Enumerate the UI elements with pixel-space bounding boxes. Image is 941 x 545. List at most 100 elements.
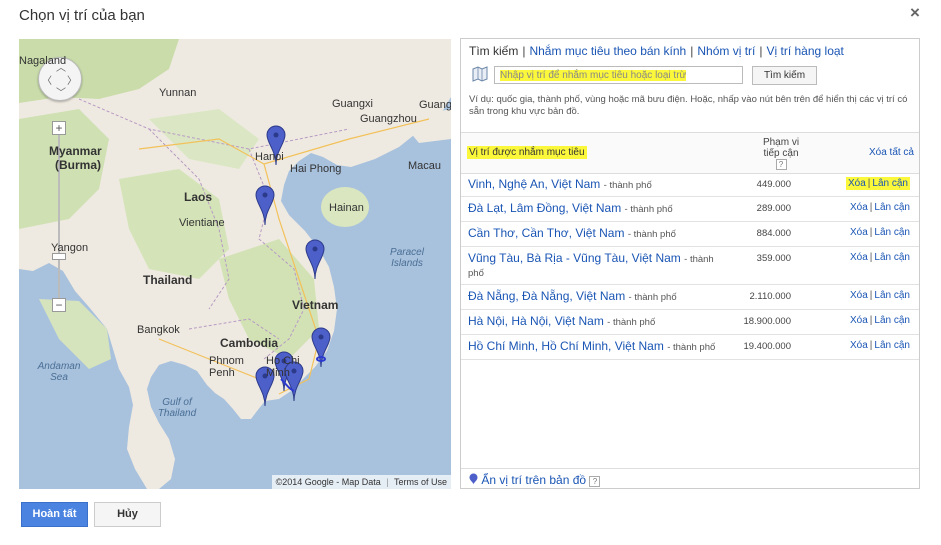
table-row: Vinh, Nghệ An, Việt Nam - thành phố 449.… (461, 173, 919, 197)
map-label: Hainan (329, 202, 364, 214)
map-label: Yunnan (159, 87, 197, 99)
location-name: Hồ Chí Minh, Hồ Chí Minh, Việt Nam - thà… (468, 339, 716, 354)
location-panel: Tìm kiếm | Nhắm mục tiêu theo bán kính | Nhó… (460, 38, 920, 489)
map-label: Hanoi (255, 151, 284, 163)
remove-link[interactable]: Xóa (850, 227, 868, 238)
column-reach-line2: tiếp cận (763, 148, 799, 159)
remove-link[interactable]: Xóa (850, 252, 868, 263)
pan-left-icon[interactable]: 〈 (42, 72, 52, 87)
table-header: Vị trí được nhắm mục tiêu Phạm vi tiếp c… (461, 132, 919, 174)
map-label: Vientiane (179, 217, 225, 229)
map-label: Bangkok (137, 324, 180, 336)
tab-bulk-locations[interactable]: Vị trí hàng loạt (767, 44, 844, 58)
map-label: Thailand (143, 273, 193, 287)
table-row: Đà Nẵng, Đà Nẵng, Việt Nam - thành phố 2… (461, 285, 919, 310)
reach-value: 19.400.000 (743, 341, 791, 352)
search-input[interactable]: Nhập vị trí để nhắm mục tiêu hoặc loại t… (494, 66, 743, 84)
map-label: Nagaland (19, 55, 67, 67)
nearby-link[interactable]: Lân cận (874, 340, 910, 351)
search-hint: Ví dụ: quốc gia, thành phố, vùng hoặc mã… (469, 94, 908, 117)
row-actions: Xóa | Lân cận (846, 177, 910, 190)
table-row: Hà Nội, Hà Nội, Việt Nam - thành phố 18.… (461, 310, 919, 335)
zoom-out-icon[interactable]: − (52, 298, 66, 312)
map-label: Yangon (51, 242, 89, 254)
tab-radius[interactable]: Nhắm mục tiêu theo bán kính (529, 44, 686, 58)
map-label: Andaman Sea (37, 361, 81, 383)
map-label: (Burma) (55, 158, 102, 172)
hide-pins-link[interactable]: Ẩn vị trí trên bản đồ ? (469, 473, 601, 487)
location-list: Vinh, Nghệ An, Việt Nam - thành phố 449.… (461, 173, 919, 360)
location-name: Cần Thơ, Cần Thơ, Việt Nam - thành phố (468, 226, 676, 241)
reach-value: 289.000 (756, 203, 791, 214)
map-label: Guangxi (332, 98, 373, 110)
map-label: Gulf of Thailand (157, 397, 197, 419)
nearby-link[interactable]: Lân cận (872, 178, 908, 189)
close-icon[interactable]: × (910, 3, 920, 23)
row-actions: Xóa | Lân cận (850, 340, 910, 351)
map-label: Laos (184, 190, 213, 204)
pin-icon (469, 473, 478, 485)
search-placeholder: Nhập vị trí để nhắm mục tiêu hoặc loại t… (500, 70, 687, 81)
panel-footer: Ẩn vị trí trên bản đồ ? (461, 468, 919, 489)
map-label: Myanmar (49, 144, 102, 158)
map-attribution: ©2014 Google - Map Data | Terms of Use (271, 475, 451, 489)
reach-value: 2.110.000 (749, 291, 791, 302)
clear-all-link[interactable]: Xóa tất cả (869, 147, 914, 158)
pan-right-icon[interactable]: 〉 (67, 72, 77, 87)
remove-link[interactable]: Xóa (850, 290, 868, 301)
column-targeted-location: Vị trí được nhắm mục tiêu (467, 146, 587, 159)
help-icon[interactable]: ? (775, 159, 787, 170)
table-row: Đà Lạt, Lâm Đồng, Việt Nam - thành phố 2… (461, 197, 919, 222)
reach-value: 884.000 (756, 228, 791, 239)
done-button[interactable]: Hoàn tất (21, 502, 88, 527)
nearby-link[interactable]: Lân cận (874, 227, 910, 238)
table-row: Cần Thơ, Cần Thơ, Việt Nam - thành phố 8… (461, 222, 919, 247)
row-actions: Xóa | Lân cận (850, 315, 910, 326)
map-label: Paracel Islands (390, 247, 424, 269)
remove-link[interactable]: Xóa (850, 202, 868, 213)
cancel-button[interactable]: Hủy (94, 502, 161, 527)
row-actions: Xóa | Lân cận (850, 202, 910, 213)
map-copyright: ©2014 Google - Map Data (275, 477, 381, 487)
tab-location-groups[interactable]: Nhóm vị trí (697, 44, 755, 58)
map-label: Phnom Penh (209, 355, 244, 379)
remove-link[interactable]: Xóa (850, 315, 868, 326)
row-actions: Xóa | Lân cận (850, 227, 910, 238)
search-button[interactable]: Tìm kiếm (752, 66, 817, 85)
row-actions: Xóa | Lân cận (850, 252, 910, 263)
nearby-link[interactable]: Lân cận (874, 290, 910, 301)
map-label: Macau (408, 160, 442, 172)
map-label: Guangdong (419, 99, 451, 111)
location-name: Hà Nội, Hà Nội, Việt Nam - thành phố (468, 314, 656, 329)
reach-value: 359.000 (756, 253, 791, 264)
reach-value: 449.000 (756, 179, 791, 190)
help-icon[interactable]: ? (589, 476, 601, 487)
reach-value: 18.900.000 (743, 316, 791, 327)
table-row: Vũng Tàu, Bà Rịa - Vũng Tàu, Việt Nam - … (461, 247, 919, 285)
map-terms-link[interactable]: Terms of Use (394, 477, 447, 487)
map-pin-icon[interactable] (471, 65, 489, 83)
hide-pins-label: Ẩn vị trí trên bản đồ (481, 473, 587, 487)
map[interactable]: ︿ ﹀ 〈 〉 + − Nagaland Yunnan Guangxi Guan… (19, 39, 451, 489)
tabs: Tìm kiếm | Nhắm mục tiêu theo bán kính | Nhó… (469, 44, 844, 58)
nearby-link[interactable]: Lân cận (874, 202, 910, 213)
tab-search[interactable]: Tìm kiếm (469, 44, 518, 58)
row-actions: Xóa | Lân cận (850, 290, 910, 301)
remove-link[interactable]: Xóa (848, 178, 866, 189)
pan-down-icon[interactable]: ﹀ (56, 84, 66, 99)
zoom-in-icon[interactable]: + (52, 121, 66, 135)
location-name: Đà Lạt, Lâm Đồng, Việt Nam - thành phố (468, 201, 673, 216)
column-reach-line1: Phạm vi (762, 137, 800, 148)
map-label: Hai Phong (290, 163, 342, 175)
zoom-slider-handle[interactable] (52, 253, 66, 260)
location-name: Đà Nẵng, Đà Nẵng, Việt Nam - thành phố (468, 289, 677, 304)
table-row: Hồ Chí Minh, Hồ Chí Minh, Việt Nam - thà… (461, 335, 919, 360)
dialog-title: Chọn vị trí của bạn (19, 7, 145, 24)
location-name: Vinh, Nghệ An, Việt Nam - thành phố (468, 177, 652, 192)
remove-link[interactable]: Xóa (850, 340, 868, 351)
nearby-link[interactable]: Lân cận (874, 315, 910, 326)
map-label: Vietnam (292, 298, 339, 312)
map-label: Cambodia (220, 336, 279, 350)
location-name: Vũng Tàu, Bà Rịa - Vũng Tàu, Việt Nam - … (468, 251, 714, 280)
nearby-link[interactable]: Lân cận (874, 252, 910, 263)
